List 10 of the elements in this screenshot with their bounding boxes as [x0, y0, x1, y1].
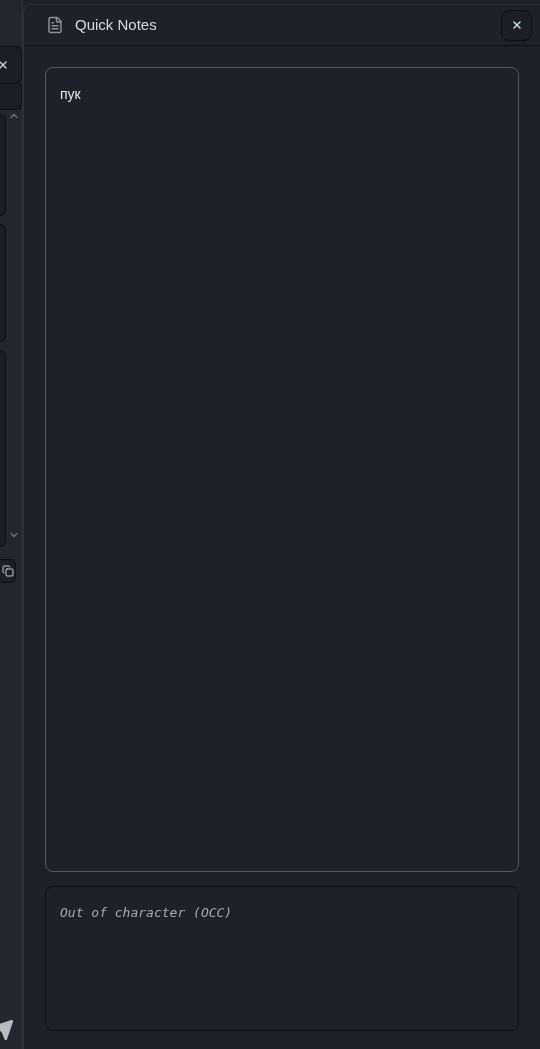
close-button[interactable] — [501, 9, 532, 41]
close-icon — [510, 19, 523, 31]
panel-title: Quick Notes — [75, 14, 157, 35]
occ-field[interactable]: Out of character (OCC) — [45, 886, 519, 1031]
windows-button[interactable] — [0, 558, 16, 583]
side-close-button[interactable] — [0, 46, 22, 84]
document-icon — [46, 16, 64, 34]
close-icon — [0, 59, 9, 71]
windows-icon — [2, 564, 14, 577]
notes-field[interactable]: пук — [45, 67, 519, 872]
